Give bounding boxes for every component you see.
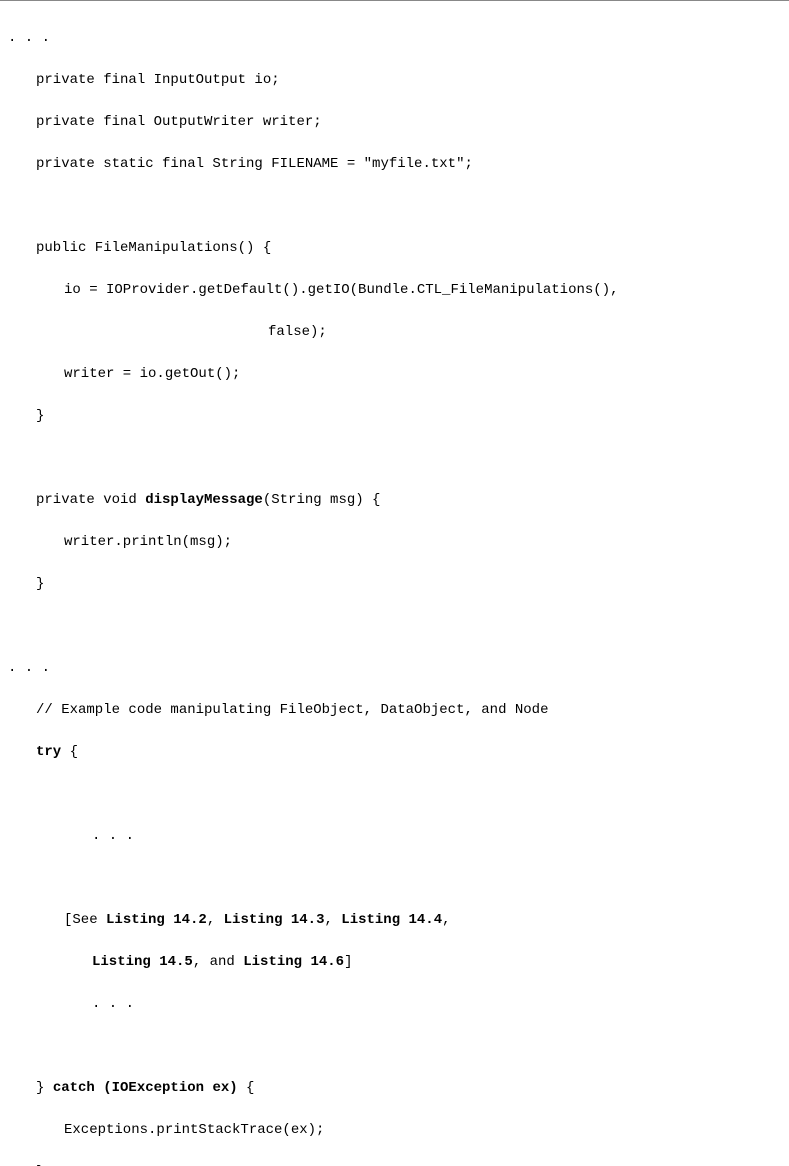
code-text: (String msg) { <box>263 492 381 508</box>
code-line: private final OutputWriter writer; <box>8 112 781 133</box>
code-line: writer.println(msg); <box>8 532 781 553</box>
code-line: writer = io.getOut(); <box>8 364 781 385</box>
blank-line <box>8 784 781 805</box>
code-text: , <box>442 912 450 928</box>
code-line: . . . <box>8 994 781 1015</box>
code-line: [See Listing 14.2, Listing 14.3, Listing… <box>8 910 781 931</box>
code-line: . . . <box>8 826 781 847</box>
listing-ref: Listing 14.3 <box>224 912 325 928</box>
code-line: private final InputOutput io; <box>8 70 781 91</box>
code-comment: // Example code manipulating FileObject,… <box>8 700 781 721</box>
listing-ref: Listing 14.6 <box>243 954 344 970</box>
blank-line <box>8 196 781 217</box>
listing-ref: Listing 14.4 <box>341 912 442 928</box>
blank-line <box>8 868 781 889</box>
listing-ref: Listing 14.5 <box>92 954 193 970</box>
code-line: io = IOProvider.getDefault().getIO(Bundl… <box>8 280 781 301</box>
blank-line <box>8 1036 781 1057</box>
code-line: } catch (IOException ex) { <box>8 1078 781 1099</box>
listing-ref: Listing 14.2 <box>106 912 207 928</box>
code-text: private void <box>36 492 145 508</box>
code-text: } <box>36 1080 53 1096</box>
try-keyword: try <box>36 744 61 760</box>
code-line: Listing 14.5, and Listing 14.6] <box>8 952 781 973</box>
code-line: } <box>8 574 781 595</box>
code-text: ] <box>344 954 352 970</box>
code-listing-container: . . . private final InputOutput io; priv… <box>0 0 789 1166</box>
code-line: } <box>8 406 781 427</box>
code-text: { <box>238 1080 255 1096</box>
code-line: } <box>8 1162 781 1166</box>
code-line: Exceptions.printStackTrace(ex); <box>8 1120 781 1141</box>
code-text: [See <box>64 912 106 928</box>
code-line: try { <box>8 742 781 763</box>
code-line: private static final String FILENAME = "… <box>8 154 781 175</box>
blank-line <box>8 616 781 637</box>
code-text: , <box>207 912 224 928</box>
blank-line <box>8 448 781 469</box>
code-text: { <box>61 744 78 760</box>
code-line: false); <box>8 322 781 343</box>
code-line: . . . <box>8 28 781 49</box>
method-name: displayMessage <box>145 492 263 508</box>
catch-keyword: catch (IOException ex) <box>53 1080 238 1096</box>
code-text: , <box>324 912 341 928</box>
code-line: private void displayMessage(String msg) … <box>8 490 781 511</box>
code-text: , and <box>193 954 243 970</box>
code-line: . . . <box>8 658 781 679</box>
code-line: public FileManipulations() { <box>8 238 781 259</box>
